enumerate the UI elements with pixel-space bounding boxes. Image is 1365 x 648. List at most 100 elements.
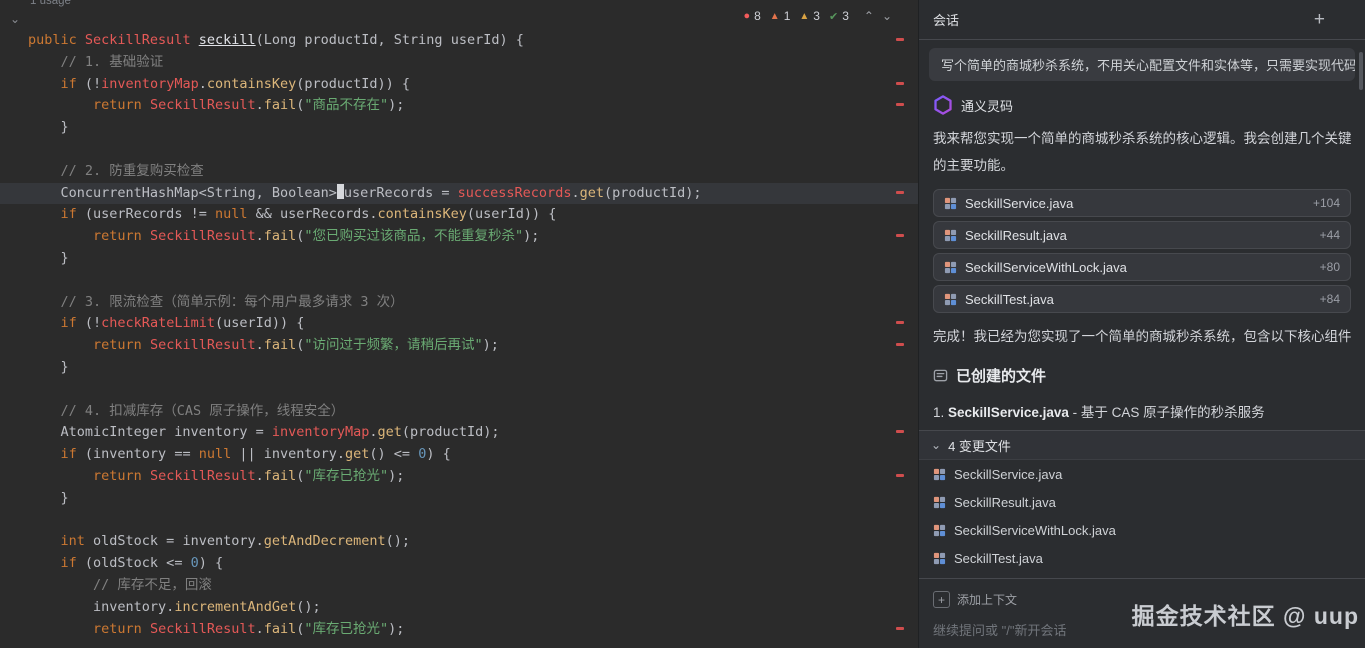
code-line[interactable]: // 库存不足，回滚: [0, 575, 918, 597]
changed-file-row[interactable]: SeckillService.java: [919, 460, 1365, 488]
error-icon: ●: [743, 10, 750, 22]
code-token: containsKey: [207, 76, 296, 92]
code-token: || inventory.: [231, 446, 345, 462]
code-line[interactable]: int oldStock = inventory.getAndDecrement…: [0, 531, 918, 553]
code-token: [191, 32, 199, 48]
error-stripe-mark[interactable]: [896, 430, 904, 433]
code-token: }: [28, 359, 69, 375]
code-line[interactable]: }: [0, 357, 918, 379]
code-editor[interactable]: 1 usage ⌄ public SeckillResult seckill(L…: [0, 0, 918, 648]
code-line[interactable]: return SeckillResult.fail("访问过于频繁，请稍后再试"…: [0, 335, 918, 357]
error-stripe-mark[interactable]: [896, 234, 904, 237]
code-line[interactable]: inventory.incrementAndGet();: [0, 597, 918, 619]
prev-problem-button[interactable]: ⌃: [864, 9, 874, 23]
code-line[interactable]: [0, 510, 918, 532]
add-context-button[interactable]: + 添加上下文: [933, 591, 1017, 608]
file-card[interactable]: SeckillResult.java +44: [933, 221, 1351, 249]
chevron-down-icon: ⌄: [931, 438, 941, 452]
code-line[interactable]: return SeckillResult.fail("库存已抢光");: [0, 619, 918, 641]
code-line[interactable]: return SeckillResult.fail("您已购买过该商品，不能重复…: [0, 226, 918, 248]
code-token: "库存已抢光": [304, 468, 388, 484]
code-token: );: [483, 337, 499, 353]
file-card[interactable]: SeckillService.java +104: [933, 189, 1351, 217]
added-lines-count: +44: [1320, 228, 1340, 242]
code-token: inventoryMap: [272, 424, 370, 440]
code-token: [28, 228, 93, 244]
error-stripe-mark[interactable]: [896, 82, 904, 85]
error-stripe-mark[interactable]: [896, 191, 904, 194]
changed-file-row[interactable]: SeckillTest.java: [919, 544, 1365, 572]
fold-arrow-icon[interactable]: ⌄: [10, 12, 20, 26]
plus-icon: +: [933, 591, 950, 608]
code-line[interactable]: }: [0, 117, 918, 139]
code-token: int: [61, 533, 85, 549]
code-line[interactable]: if (!inventoryMap.containsKey(productId)…: [0, 74, 918, 96]
weak-warning-count[interactable]: ▲1: [770, 9, 791, 23]
usage-inlay-hint[interactable]: 1 usage: [30, 0, 71, 7]
code-line[interactable]: [0, 379, 918, 401]
code-line[interactable]: // 3. 限流检查（简单示例：每个用户最多请求 3 次）: [0, 292, 918, 314]
code-token: (!: [77, 315, 101, 331]
code-token: "您已购买过该商品，不能重复秒杀": [304, 228, 523, 244]
code-token: // 库存不足，回滚: [28, 577, 212, 593]
java-file-icon: [944, 229, 957, 242]
java-file-icon: [933, 524, 946, 537]
code-line[interactable]: if (userRecords != null && userRecords.c…: [0, 204, 918, 226]
error-stripe-mark[interactable]: [896, 321, 904, 324]
error-count[interactable]: ●8: [743, 9, 760, 23]
assistant-message: 通义灵码 我来帮您实现一个简单的商城秒杀系统的核心逻辑。我会创建几个关键类来 的…: [919, 95, 1365, 452]
code-token: (userRecords !=: [77, 206, 215, 222]
error-stripe-mark[interactable]: [896, 627, 904, 630]
code-line[interactable]: public SeckillResult seckill(Long produc…: [0, 30, 918, 52]
code-token: ) {: [426, 446, 450, 462]
code-token: && userRecords.: [247, 206, 377, 222]
code-token: return: [93, 337, 150, 353]
warning-count[interactable]: ▲3: [799, 9, 820, 23]
code-line[interactable]: if (!checkRateLimit(userId)) {: [0, 313, 918, 335]
code-line[interactable]: // 2. 防重复购买检查: [0, 161, 918, 183]
code-line[interactable]: if (inventory == null || inventory.get()…: [0, 444, 918, 466]
list-item: 1. SeckillService.java - 基于 CAS 原子操作的秒杀服…: [933, 400, 1351, 426]
code-token: if: [61, 446, 77, 462]
file-card[interactable]: SeckillServiceWithLock.java +80: [933, 253, 1351, 281]
code-token: SeckillResult: [85, 32, 191, 48]
java-file-icon: [933, 468, 946, 481]
code-token: ();: [386, 533, 410, 549]
code-line[interactable]: if (oldStock <= 0) {: [0, 553, 918, 575]
code-line[interactable]: // 4. 扣减库存（CAS 原子操作，线程安全）: [0, 401, 918, 423]
java-file-icon: [944, 197, 957, 210]
code-token: .: [256, 337, 264, 353]
error-stripe-mark[interactable]: [896, 343, 904, 346]
code-line[interactable]: [0, 270, 918, 292]
changed-files-header[interactable]: ⌄ 4 变更文件: [919, 431, 1365, 460]
next-problem-button[interactable]: ⌄: [882, 9, 892, 23]
code-token: return: [93, 97, 150, 113]
changed-file-row[interactable]: SeckillServiceWithLock.java: [919, 516, 1365, 544]
passed-count[interactable]: ✔3: [829, 9, 849, 23]
code-line[interactable]: return SeckillResult.fail("库存已抢光");: [0, 466, 918, 488]
code-line[interactable]: }: [0, 248, 918, 270]
changed-file-row[interactable]: SeckillResult.java: [919, 488, 1365, 516]
code-token: if: [61, 315, 77, 331]
added-lines-count: +104: [1313, 196, 1340, 210]
code-token: [28, 533, 61, 549]
code-token: checkRateLimit: [101, 315, 215, 331]
error-stripe-mark[interactable]: [896, 103, 904, 106]
code-line[interactable]: AtomicInteger inventory = inventoryMap.g…: [0, 422, 918, 444]
code-line[interactable]: // 1. 基础验证: [0, 52, 918, 74]
code-line[interactable]: return SeckillResult.fail("商品不存在");: [0, 95, 918, 117]
new-session-icon[interactable]: +: [1314, 10, 1325, 29]
error-stripe-mark[interactable]: [896, 474, 904, 477]
code-token: "库存已抢光": [304, 621, 388, 637]
error-stripe-mark[interactable]: [896, 38, 904, 41]
code-line[interactable]: [0, 139, 918, 161]
code-line[interactable]: ConcurrentHashMap<String, Boolean>userRe…: [0, 183, 918, 205]
file-card[interactable]: SeckillTest.java +84: [933, 285, 1351, 313]
code-line[interactable]: }: [0, 488, 918, 510]
created-files-heading: 已创建的文件: [933, 365, 1351, 386]
code-token: .: [571, 185, 579, 201]
code-token: SeckillResult: [150, 97, 256, 113]
code-token: AtomicInteger inventory =: [28, 424, 272, 440]
chat-scrollbar[interactable]: [1359, 52, 1363, 90]
code-token: fail: [264, 621, 297, 637]
